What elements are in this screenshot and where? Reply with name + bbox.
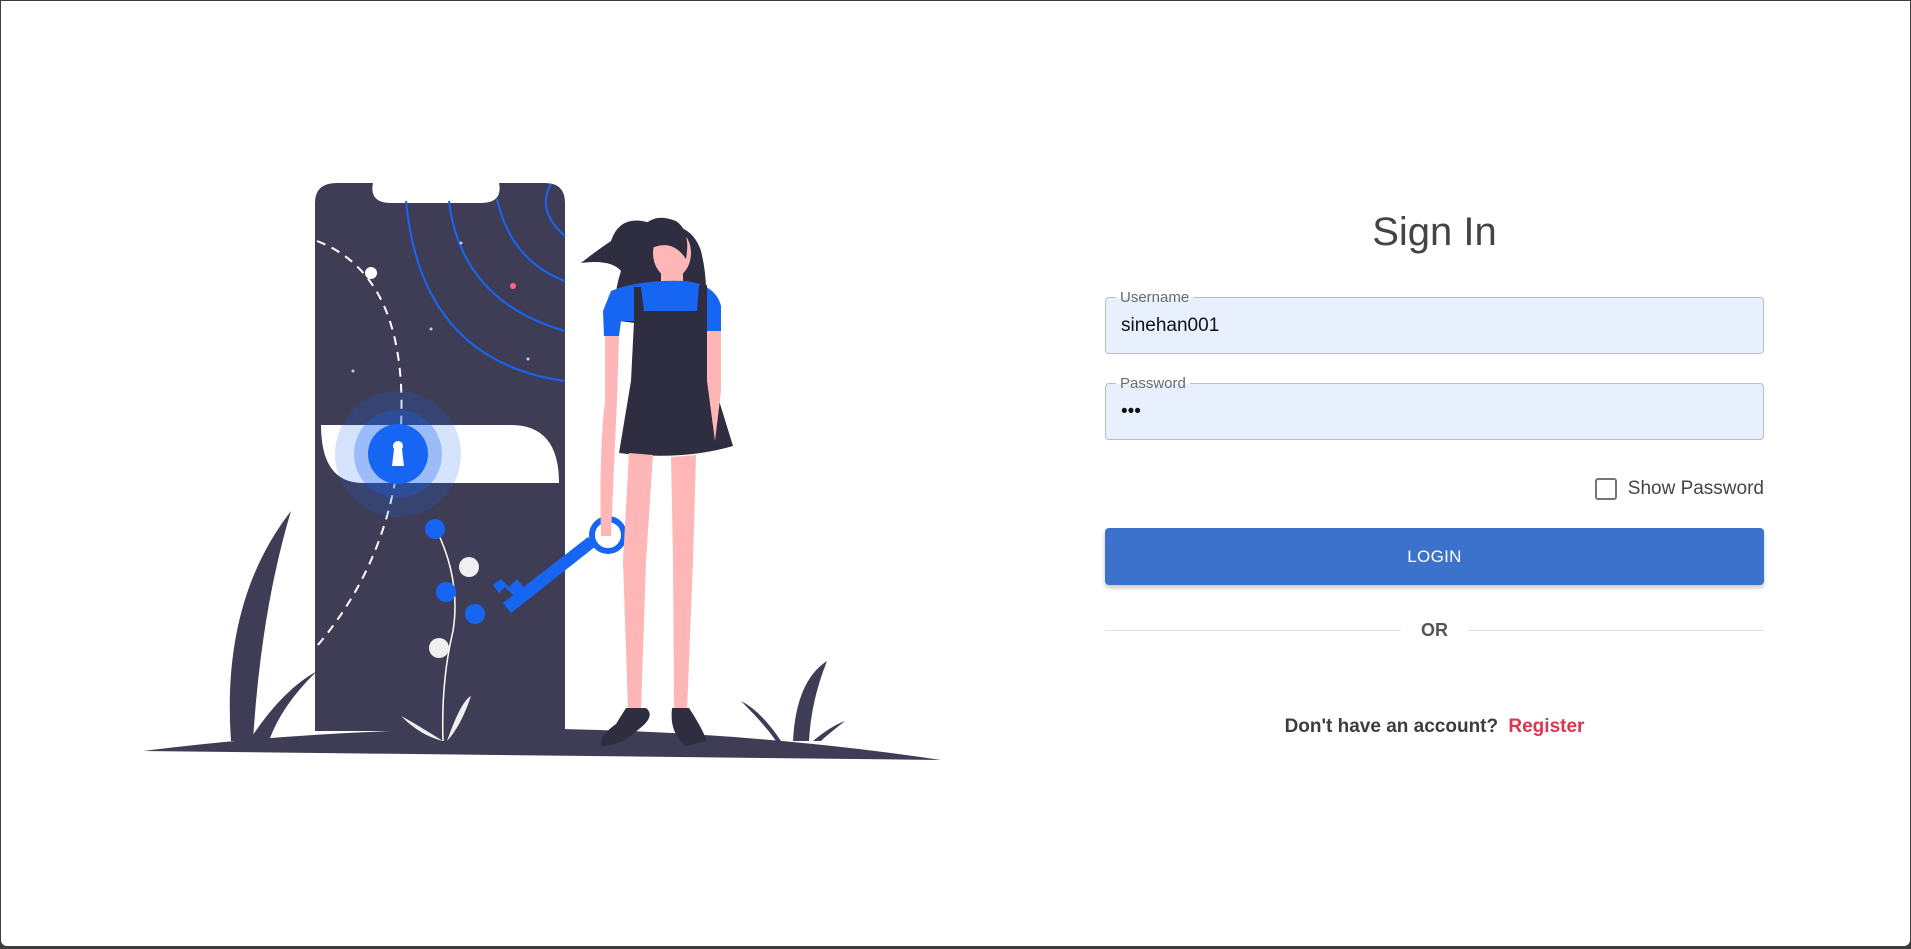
- divider-line-right: [1468, 629, 1764, 631]
- divider-line-left: [1105, 629, 1401, 631]
- register-link[interactable]: Register: [1508, 716, 1584, 737]
- page-title: Sign In: [1372, 210, 1497, 254]
- or-divider: OR: [1105, 616, 1764, 644]
- login-illustration: [141, 181, 941, 766]
- username-input[interactable]: [1121, 298, 1741, 353]
- show-password-checkbox[interactable]: [1594, 478, 1617, 500]
- username-field: Username: [1105, 289, 1764, 354]
- show-password-row: Show Password: [1105, 474, 1764, 504]
- register-row: Don't have an account? Register: [1105, 716, 1764, 738]
- password-input[interactable]: [1121, 384, 1741, 439]
- login-page: Sign In Username Password Show Password …: [1, 1, 1910, 946]
- show-password-label[interactable]: Show Password: [1628, 478, 1764, 500]
- phone-lock-key-illustration: [143, 183, 941, 760]
- divider-text: OR: [1421, 619, 1448, 640]
- register-prompt: Don't have an account?: [1284, 716, 1499, 737]
- sign-in-form: Sign In Username Password Show Password …: [1105, 201, 1764, 738]
- password-field: Password: [1105, 375, 1764, 440]
- login-button[interactable]: LOGIN: [1105, 528, 1764, 585]
